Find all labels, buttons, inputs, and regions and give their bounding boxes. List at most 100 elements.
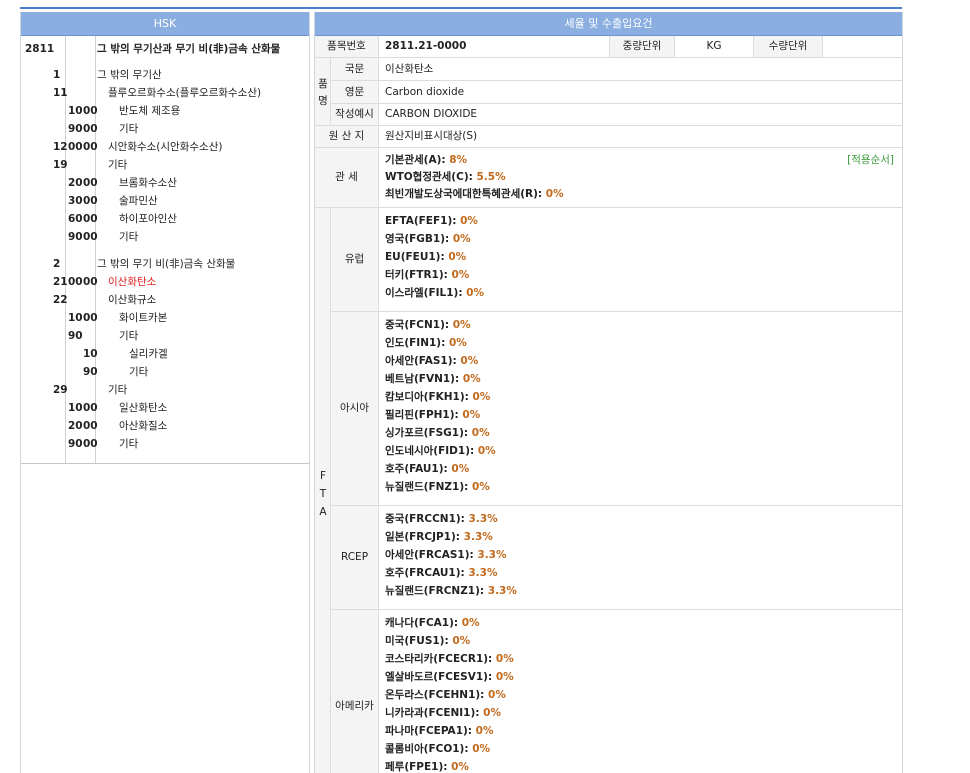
fta-rate: 0%: [448, 337, 467, 349]
fta-region-label: 유럽: [331, 208, 379, 311]
fta-group: 유럽 EFTA(FEF1): 0% 영국(FGB1): 0% EU(FEU1): 0%…: [331, 208, 902, 312]
hsk-code-c3: 20: [68, 177, 83, 189]
hsk-row[interactable]: 12 00 00 시안화수소(시안화수소산): [21, 138, 309, 156]
hsk-code-c4: 00: [83, 177, 98, 189]
hsk-row[interactable]: 10 00 반도체 제조용: [21, 102, 309, 120]
hsk-row[interactable]: 20 00 브롬화수소산: [21, 174, 309, 192]
hsk-code-c4: 00: [83, 420, 98, 432]
hsk-row[interactable]: 1 그 밖의 무기산: [21, 66, 309, 84]
fta-rate: 0%: [462, 373, 481, 385]
hsk-row[interactable]: 22 이산화규소: [21, 291, 309, 309]
hsk-row[interactable]: 10 실리카겔: [21, 345, 309, 363]
hsk-row[interactable]: 90 기타: [21, 327, 309, 345]
hsk-description[interactable]: 이산화규소: [108, 291, 156, 309]
tariff-header: 세율 및 수출입요건: [315, 12, 902, 36]
hsk-description[interactable]: 그 밖의 무기산: [97, 66, 162, 84]
origin-row: 원 산 지 원산지비표시대상(S): [315, 126, 902, 148]
hsk-row[interactable]: 19 기타: [21, 156, 309, 174]
hsk-row[interactable]: 2811 그 밖의 무기산과 무기 비(非)금속 산화물: [21, 40, 309, 58]
fta-region-label: 아메리카: [331, 610, 379, 773]
english-name-row: 영문 Carbon dioxide: [331, 81, 902, 104]
hsk-row[interactable]: 30 00 술파민산: [21, 192, 309, 210]
hsk-row[interactable]: 90 00 기타: [21, 228, 309, 246]
hsk-description[interactable]: 아산화질소: [119, 417, 167, 435]
hsk-description[interactable]: 반도체 제조용: [119, 102, 180, 120]
fta-rate: 0%: [477, 445, 496, 457]
hsk-code-c3: 90: [68, 123, 83, 135]
hsk-row[interactable]: 10 00 일산화탄소: [21, 399, 309, 417]
hsk-code-c3: 90: [68, 231, 83, 243]
fta-item: 필리핀(FPH1): 0%: [385, 409, 481, 421]
hsk-description[interactable]: 기타: [119, 435, 138, 453]
weight-unit-value: KG: [706, 40, 722, 52]
hsk-description[interactable]: 화이트카본: [119, 309, 167, 327]
hsk-description[interactable]: 이산화탄소: [108, 273, 156, 291]
fta-item: 인도네시아(FID1): 0%: [385, 445, 496, 457]
fta-groups: 유럽 EFTA(FEF1): 0% 영국(FGB1): 0% EU(FEU1): 0%…: [331, 208, 902, 773]
hsk-description[interactable]: 실리카겔: [129, 345, 168, 363]
hsk-code-c2: 29: [53, 384, 68, 396]
fta-rate: 0%: [466, 287, 484, 299]
hsk-code-c2: 21: [53, 276, 68, 288]
hsk-code-c3: 90: [68, 438, 83, 450]
hsk-description[interactable]: 술파민산: [119, 192, 158, 210]
top-divider: [20, 7, 902, 9]
hsk-code-c4: 00: [83, 141, 98, 153]
hsk-row[interactable]: 11 플루오르화수소(플루오르화수소산): [21, 84, 309, 102]
hsk-description[interactable]: 브롬화수소산: [119, 174, 177, 192]
hsk-description[interactable]: 기타: [108, 381, 127, 399]
hsk-code-c4: 00: [83, 438, 98, 450]
hsk-tree: 2811 그 밖의 무기산과 무기 비(非)금속 산화물 1 그 밖의 무기산 11 플루…: [21, 36, 309, 464]
fta-item: 인도(FIN1): 0%: [385, 337, 467, 349]
fta-rate: 0%: [488, 689, 506, 701]
hsk-code-c4: 00: [83, 312, 98, 324]
fta-item: 싱가포르(FSG1): 0%: [385, 427, 490, 439]
tariff-rate: 5.5%: [476, 171, 506, 183]
apply-order-link[interactable]: [적용순서]: [847, 152, 894, 169]
hsk-description[interactable]: 기타: [129, 363, 148, 381]
hsk-row-selected[interactable]: 21 00 00 이산화탄소: [21, 273, 309, 291]
fta-item: 코스타리카(FCECR1): 0%: [385, 653, 514, 665]
fta-rate: 0%: [471, 481, 490, 493]
hsk-row[interactable]: 90 기타: [21, 363, 309, 381]
hsk-description[interactable]: 기타: [119, 120, 138, 138]
hsk-description[interactable]: 시안화수소(시안화수소산): [108, 138, 222, 156]
fta-region-label: 아시아: [331, 312, 379, 505]
hsk-code-c4: 00: [83, 123, 98, 135]
tariff-rate: 8%: [449, 154, 468, 166]
hsk-description[interactable]: 일산화탄소: [119, 399, 167, 417]
hsk-description[interactable]: 그 밖의 무기 비(非)금속 산화물: [97, 255, 235, 273]
hsk-code-c4: 00: [83, 231, 98, 243]
hsk-description[interactable]: 하이포아인산: [119, 210, 177, 228]
fta-item: 호주(FAU1): 0%: [385, 463, 470, 475]
fta-rate: 0%: [452, 635, 471, 647]
fta-item: 터키(FTR1): 0%: [385, 269, 470, 281]
hsk-code-c4: 00: [83, 213, 98, 225]
hsk-description[interactable]: 기타: [108, 156, 127, 174]
fta-rate: 0%: [451, 761, 469, 773]
hsk-panel: HSK 2811 그 밖의 무기산과 무기 비(非)금속 산화물 1 그 밖의 무기산…: [20, 12, 310, 773]
fta-rate: 0%: [452, 319, 471, 331]
fta-rate: 3.3%: [477, 549, 507, 561]
hsk-row[interactable]: 20 00 아산화질소: [21, 417, 309, 435]
hsk-description[interactable]: 플루오르화수소(플루오르화수소산): [108, 84, 261, 102]
fta-item: EU(FEU1): 0%: [385, 251, 467, 263]
hsk-row[interactable]: 2 그 밖의 무기 비(非)금속 산화물: [21, 255, 309, 273]
hsk-row[interactable]: 10 00 화이트카본: [21, 309, 309, 327]
fta-item: 캄보디아(FKH1): 0%: [385, 391, 491, 403]
fta-rate: 0%: [460, 355, 479, 367]
hsk-row[interactable]: 90 00 기타: [21, 435, 309, 453]
hsk-code-c3: 00: [68, 141, 83, 153]
tariff-item: WTO협정관세(C): 5.5%: [385, 171, 506, 183]
hsk-row[interactable]: 29 기타: [21, 381, 309, 399]
hsk-row[interactable]: 60 00 하이포아인산: [21, 210, 309, 228]
hsk-description[interactable]: 기타: [119, 327, 138, 345]
hsk-description[interactable]: 기타: [119, 228, 138, 246]
fta-region-label: RCEP: [331, 506, 379, 609]
fta-item: 뉴질랜드(FNZ1): 0%: [385, 481, 490, 493]
hsk-description[interactable]: 그 밖의 무기산과 무기 비(非)금속 산화물: [97, 40, 280, 58]
hsk-code-c4: 00: [83, 105, 98, 117]
hsk-row[interactable]: 90 00 기타: [21, 120, 309, 138]
hsk-code-c3: 60: [68, 213, 83, 225]
hsk-code-c4: 00: [83, 402, 98, 414]
